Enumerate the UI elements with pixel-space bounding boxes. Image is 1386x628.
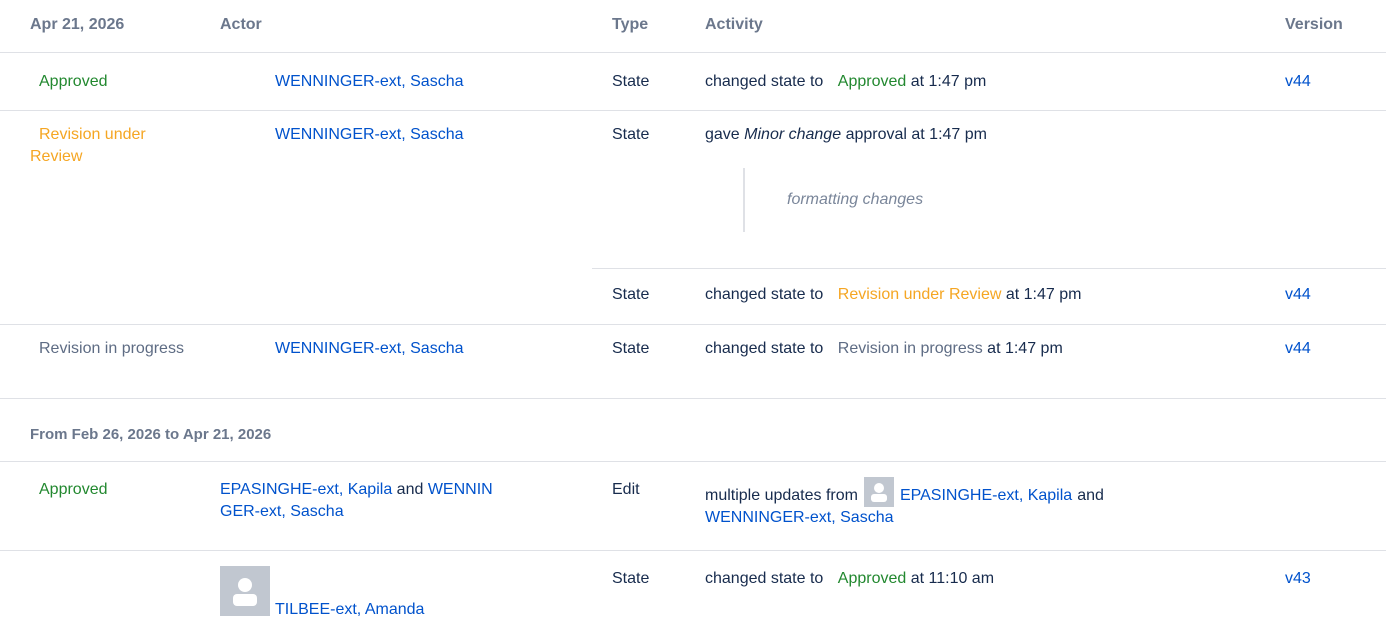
comment-quote-bar <box>743 168 745 232</box>
activity-prefix: changed state to <box>705 286 824 303</box>
activity-prefix: multiple updates from <box>705 487 858 504</box>
activity-state: Approved <box>837 73 907 90</box>
date-range-header: From Feb 26, 2026 to Apr 21, 2026 <box>30 426 272 443</box>
actor-link[interactable]: EPASINGHE-ext, Kapila <box>220 481 392 498</box>
row-divider <box>0 398 1386 399</box>
type-label: State <box>612 340 650 357</box>
user-icon <box>870 483 887 502</box>
approval-suffix: approval at 1:47 pm <box>845 126 987 143</box>
row-divider <box>0 110 1386 111</box>
actor-link[interactable]: WENNINGER-ext, Sascha <box>275 124 463 146</box>
activity-text: changed state to Revision in progress at… <box>705 338 1063 360</box>
approval-text: gave Minor change approval at 1:47 pm <box>705 124 987 146</box>
version-link[interactable]: v44 <box>1285 71 1311 93</box>
actor-link[interactable]: TILBEE-ext, Amanda <box>275 599 424 621</box>
user-icon <box>233 578 257 606</box>
version-header: Version <box>1285 16 1343 33</box>
state-label-text: Revision under Review <box>30 126 146 165</box>
type-label: State <box>612 73 650 90</box>
activity-suffix: at 1:47 pm <box>1005 286 1082 303</box>
actor-and: and <box>396 481 424 498</box>
avatar[interactable] <box>220 566 270 616</box>
approval-prefix: gave <box>705 126 740 143</box>
row-divider <box>0 324 1386 325</box>
activity-and: and <box>1077 487 1104 504</box>
activity-prefix: changed state to <box>705 340 824 357</box>
state-label-text: Revision in progress <box>39 340 184 357</box>
state-label-approved: Approved <box>39 73 108 90</box>
avatar[interactable] <box>863 477 894 507</box>
actor-header: Actor <box>220 16 262 33</box>
actor-link[interactable]: WENNINGER-ext, Sascha <box>275 338 463 360</box>
activity-actor-link[interactable]: EPASINGHE-ext, Kapila <box>900 485 1072 507</box>
activity-state: Revision in progress <box>837 340 983 357</box>
activity-suffix: at 1:47 pm <box>910 73 987 90</box>
version-link[interactable]: v44 <box>1285 284 1311 306</box>
section-divider <box>0 461 1386 462</box>
type-header: Type <box>612 16 649 33</box>
header-divider <box>0 52 1386 53</box>
activity-text: changed state to Approved at 1:47 pm <box>705 71 986 93</box>
activity-prefix: changed state to <box>705 73 824 90</box>
version-link[interactable]: v44 <box>1285 338 1311 360</box>
sub-row-divider <box>592 268 1386 269</box>
activity-text: changed state to Revision under Review a… <box>705 284 1081 306</box>
version-link[interactable]: v43 <box>1285 568 1311 590</box>
actor-list: EPASINGHE-ext, Kapila and WENNIN GER-ext,… <box>220 479 570 523</box>
activity-prefix: changed state to <box>705 570 824 587</box>
date-header: Apr 21, 2026 <box>30 16 125 33</box>
activity-state: Revision under Review <box>837 286 1002 303</box>
activity-suffix: at 11:10 am <box>910 570 995 587</box>
state-label-review: Revision under Review <box>30 124 200 168</box>
type-label: State <box>612 286 650 303</box>
activity-state: Approved <box>837 570 907 587</box>
activity-text: multiple updates from EPASINGHE-ext, Kap… <box>705 477 1305 529</box>
state-label-approved: Approved <box>39 481 108 498</box>
row-divider <box>0 550 1386 551</box>
state-label-progress: Revision in progress <box>30 338 200 360</box>
actor-link[interactable]: WENNINGER-ext, Sascha <box>275 71 463 93</box>
activity-suffix: at 1:47 pm <box>987 340 1063 357</box>
type-label: Edit <box>612 481 640 498</box>
type-label: State <box>612 570 650 587</box>
approval-comment: formatting changes <box>787 191 924 208</box>
activity-text: changed state to Approved at 11:10 am <box>705 568 994 590</box>
type-label: State <box>612 126 650 143</box>
approval-type: Minor change <box>744 126 842 143</box>
activity-actor-link[interactable]: WENNINGER-ext, Sascha <box>705 507 1305 529</box>
activity-header: Activity <box>705 16 763 33</box>
